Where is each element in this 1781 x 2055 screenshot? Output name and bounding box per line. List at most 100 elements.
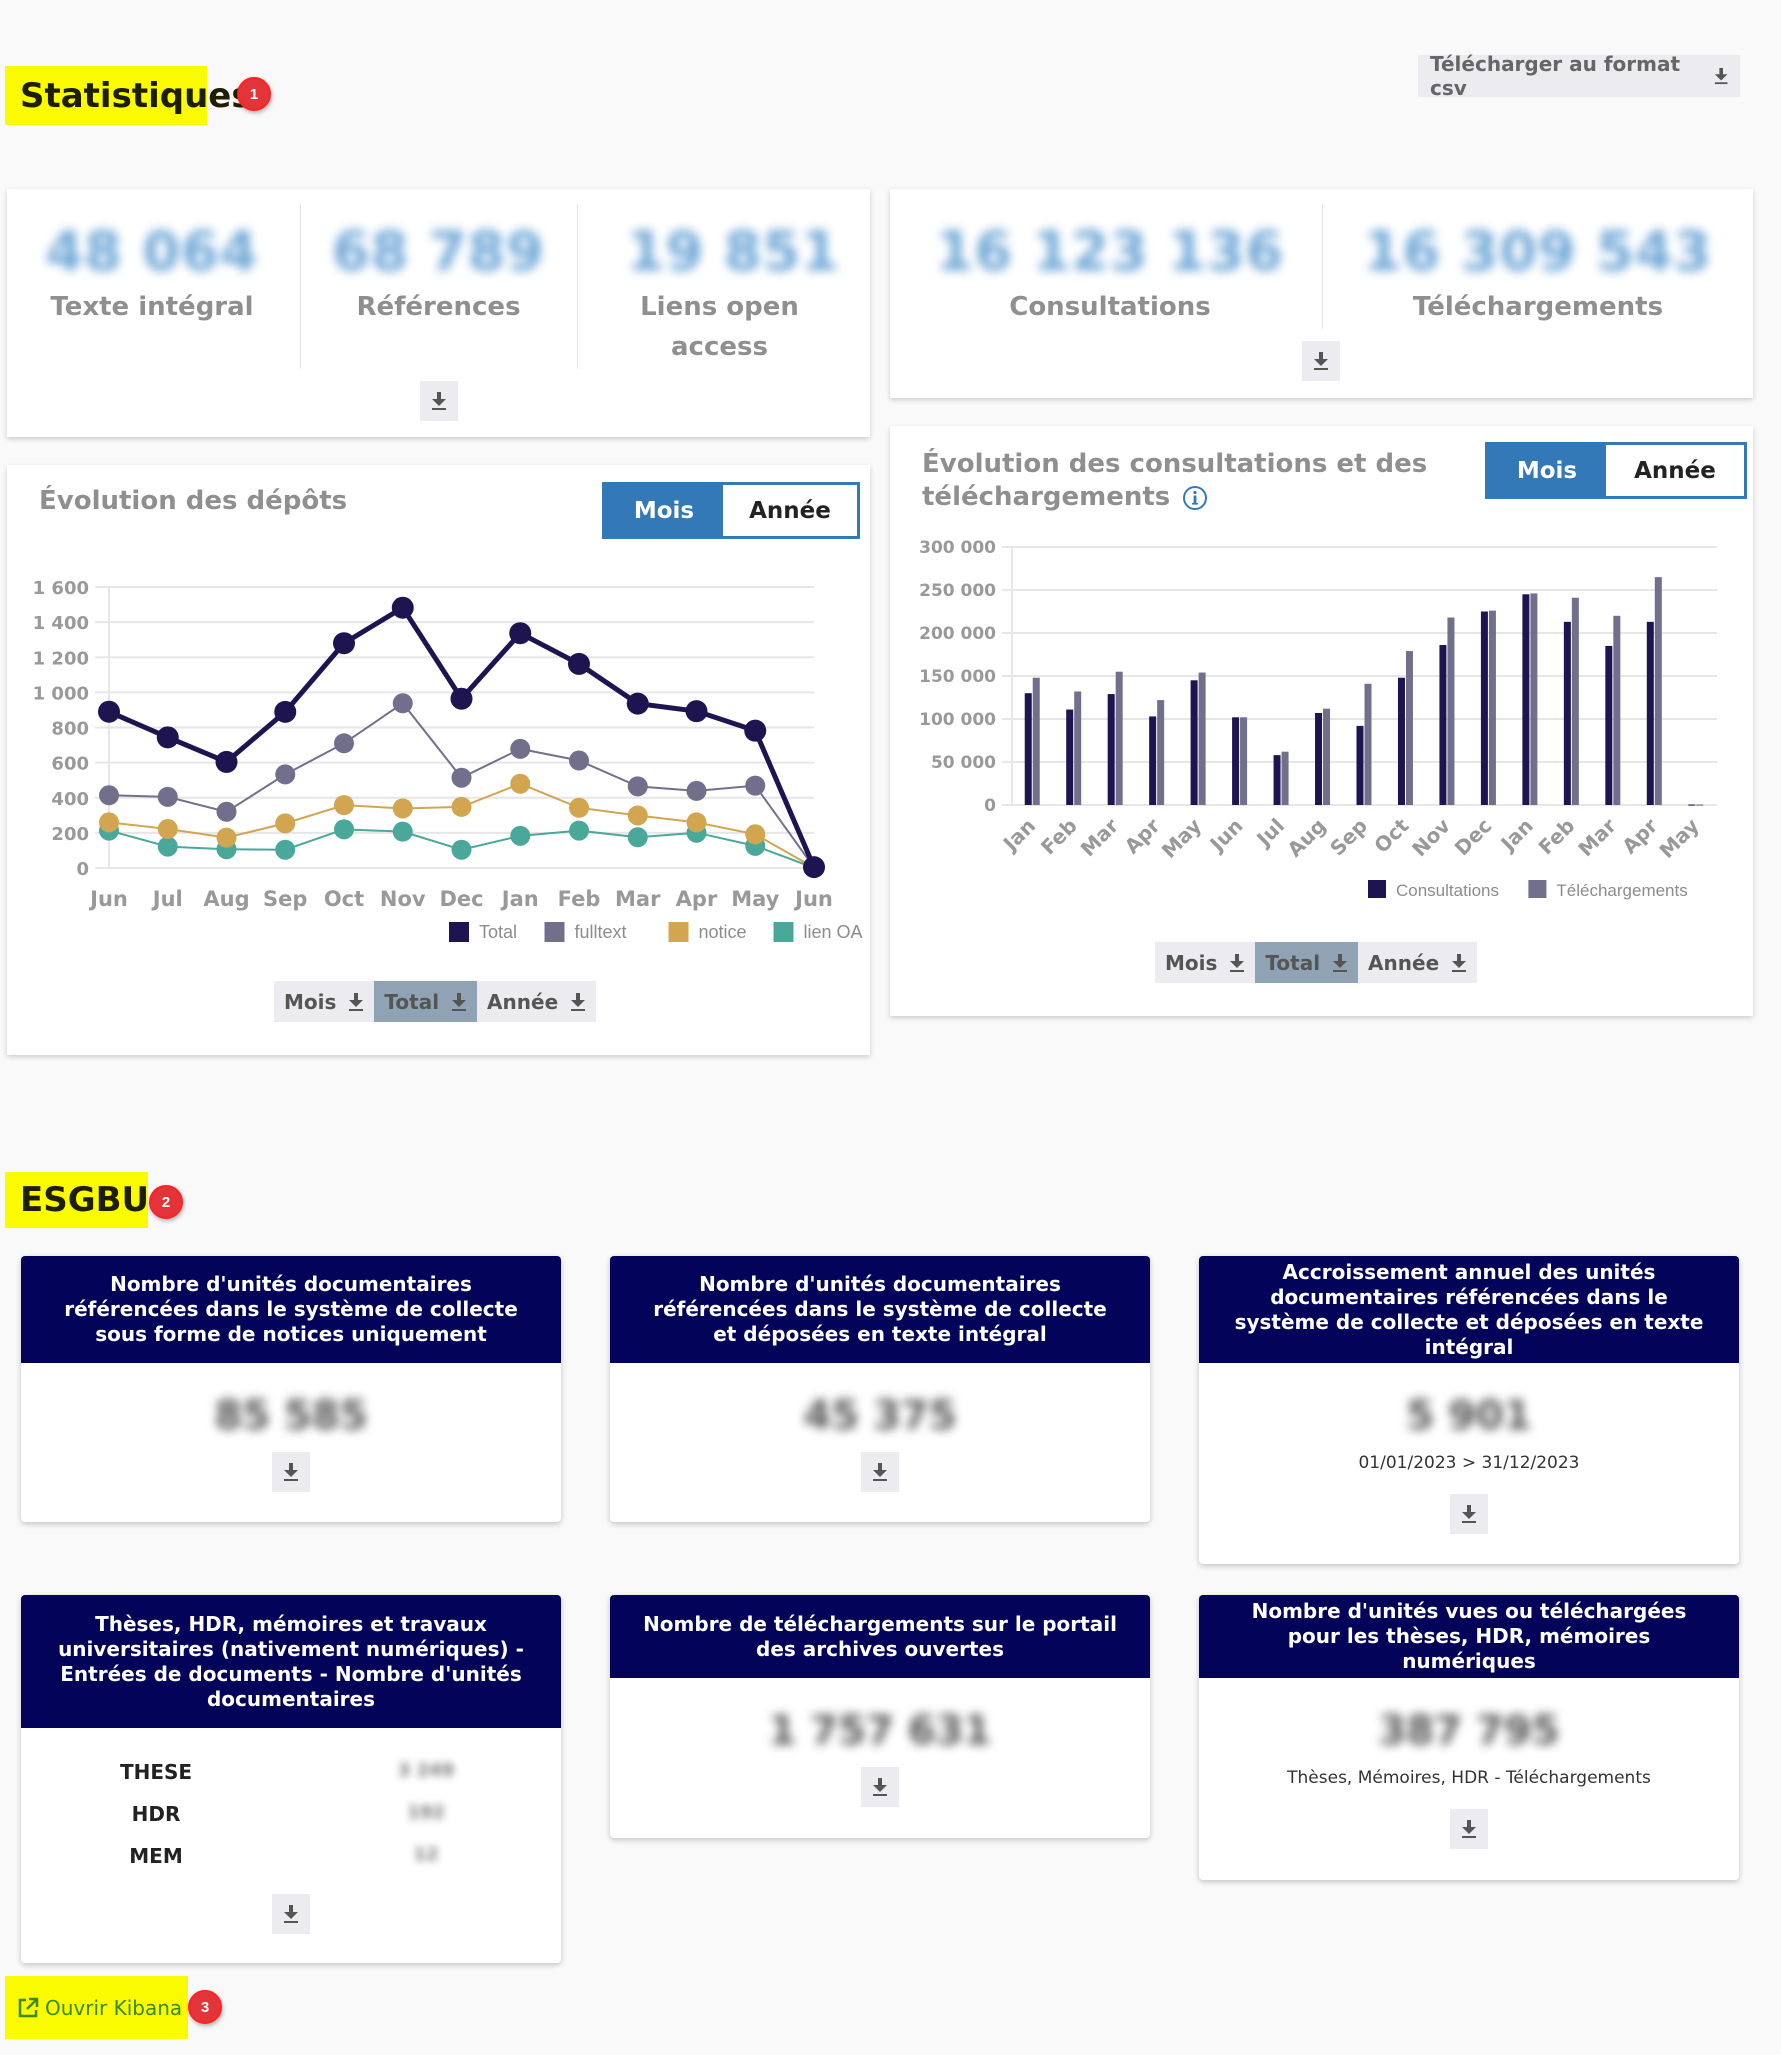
download-year-button[interactable]: Année (1358, 942, 1478, 983)
esgbu-download-button[interactable] (861, 1452, 899, 1492)
y-tick-label: 200 000 (919, 624, 996, 644)
statistics-section-title: Statistiques (5, 66, 252, 125)
open-kibana-label: Ouvrir Kibana (45, 1995, 183, 2020)
bar-consultations (1605, 645, 1613, 805)
usage-download-group: Mois Total Année (1155, 942, 1478, 983)
x-tick-label: Dec (1450, 814, 1497, 861)
download-month-button[interactable]: Mois (274, 981, 375, 1022)
download-month-label: Mois (284, 989, 337, 1014)
toggle-month-button[interactable]: Mois (1488, 445, 1606, 496)
esgbu-card-value: 85 585 (214, 1393, 368, 1439)
data-point (216, 827, 237, 848)
bar-consultations (1480, 611, 1488, 805)
data-point (569, 820, 589, 841)
data-point (744, 719, 767, 742)
bar-consultations (1107, 694, 1115, 805)
kpi-fulltext: 48 064 Texte intégral (7, 217, 297, 327)
esgbu-card-value: 1 757 631 (768, 1708, 992, 1754)
bar-téléchargements (1032, 677, 1040, 805)
info-icon[interactable] (1182, 485, 1208, 511)
download-icon (1714, 66, 1728, 86)
download-usage-kpi-button[interactable] (1302, 341, 1340, 381)
toggle-year-button[interactable]: Année (1606, 445, 1744, 496)
esgbu-card-value: 387 795 (1378, 1708, 1560, 1754)
usage-bar-chart: 0 50 000 100 000 150 000 200 000 250 000 300 0… (919, 538, 1717, 900)
data-point (334, 795, 354, 816)
bar-consultations (1232, 717, 1240, 805)
y-tick-label: 150 000 (919, 667, 996, 687)
data-point (391, 596, 414, 619)
download-icon (1451, 953, 1467, 973)
x-tick-label: Jun (88, 887, 128, 911)
annotation-badge-3: 3 (188, 1990, 222, 2024)
download-total-button[interactable]: Total (1255, 942, 1359, 983)
x-tick-label: Oct (1369, 813, 1413, 857)
data-point (451, 767, 472, 788)
data-point (156, 726, 179, 749)
bar-consultations (1066, 709, 1074, 805)
esgbu-download-button[interactable] (272, 1894, 310, 1934)
bar-consultations (1522, 594, 1530, 805)
esgbu-card-value: 5 901 (1406, 1393, 1532, 1439)
data-point (275, 839, 296, 860)
download-icon (283, 1904, 299, 1924)
theses-row-label: MEM (129, 1844, 183, 1868)
usage-chart-card: Évolution des consultations et des téléc… (890, 426, 1753, 1016)
download-icon (348, 992, 364, 1012)
bar-téléchargements (1613, 615, 1621, 805)
data-point (216, 801, 237, 822)
y-tick-label: 250 000 (919, 581, 996, 601)
y-tick-label: 200 (51, 824, 89, 845)
download-csv-label: Télécharger au format csv (1430, 52, 1681, 100)
theses-row-label: THESE (119, 1760, 193, 1784)
esgbu-card-subtitle: Thèses, Mémoires, HDR - Téléchargements (1287, 1768, 1651, 1788)
download-icon (431, 391, 447, 411)
legend-swatch (449, 922, 469, 942)
esgbu-card-oa-downloads: Nombre de téléchargements sur le portail… (610, 1595, 1150, 1838)
kpi-downloads: 16 309 543 Téléchargements (1323, 217, 1753, 327)
download-month-button[interactable]: Mois (1155, 942, 1256, 983)
esgbu-download-button[interactable] (1450, 1809, 1488, 1849)
kpi-value: 48 064 (45, 220, 259, 283)
open-kibana-link[interactable]: Ouvrir Kibana (5, 1976, 182, 2039)
esgbu-section-title: ESGBU (5, 1172, 149, 1228)
toggle-month-button[interactable]: Mois (605, 485, 723, 536)
bar-téléchargements (1447, 617, 1455, 805)
download-icon (1461, 1819, 1477, 1839)
download-year-button[interactable]: Année (477, 981, 597, 1022)
usage-period-toggle: Mois Année (1485, 442, 1747, 499)
data-point (333, 632, 355, 655)
x-tick-label: Jan (1495, 814, 1538, 857)
x-tick-label: Nov (380, 887, 426, 911)
bar-consultations (1024, 693, 1032, 805)
kpi-label: Téléchargements (1412, 292, 1664, 322)
data-point (334, 819, 354, 840)
theses-row-value: 12 (413, 1844, 439, 1865)
esgbu-download-button[interactable] (272, 1452, 310, 1492)
kpi-value: 16 123 136 (935, 220, 1285, 283)
esgbu-download-button[interactable] (861, 1767, 899, 1807)
deposits-download-group: Mois Total Année (274, 981, 597, 1022)
bar-téléchargements (1654, 577, 1662, 805)
y-tick-label: 400 (51, 789, 89, 810)
esgbu-card-header: Accroissement annuel des unités document… (1199, 1256, 1739, 1363)
y-tick-label: 1 400 (33, 613, 89, 634)
download-deposits-kpi-button[interactable] (420, 381, 458, 421)
download-total-button[interactable]: Total (374, 981, 478, 1022)
y-tick-label: 800 (51, 719, 89, 740)
download-icon (1313, 351, 1329, 371)
data-point (451, 839, 472, 860)
data-point (510, 738, 531, 759)
bar-consultations (1397, 677, 1405, 805)
legend-swatch (544, 922, 565, 942)
download-csv-button[interactable]: Télécharger au format csv (1418, 52, 1740, 100)
toggle-year-button[interactable]: Année (723, 485, 857, 536)
esgbu-download-button[interactable] (1450, 1494, 1488, 1534)
theses-row-value: 3 249 (397, 1760, 455, 1781)
data-point (450, 687, 473, 710)
bar-consultations (1190, 680, 1198, 805)
y-tick-label: 50 000 (931, 753, 996, 773)
data-point (509, 622, 532, 645)
bar-consultations (1646, 621, 1654, 805)
data-point (626, 692, 649, 715)
